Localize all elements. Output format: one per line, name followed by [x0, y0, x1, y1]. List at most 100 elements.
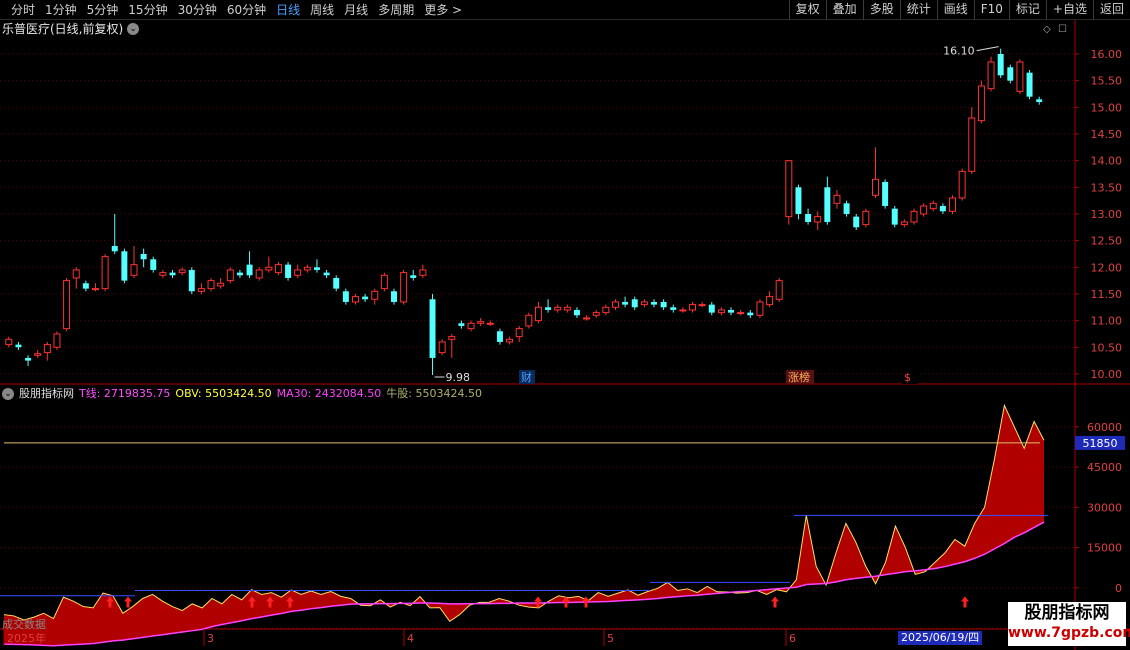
tool-button-8[interactable]: 返回: [1092, 0, 1130, 20]
candle-body: [265, 266, 273, 271]
candle-body: [987, 61, 995, 90]
close-icon[interactable]: ☐: [1058, 24, 1067, 35]
candle-body: [592, 312, 600, 316]
watermark-title: 股朋指标网: [1024, 603, 1110, 623]
price-tick-label: 10.50: [1091, 341, 1123, 354]
candle-body: [939, 205, 946, 212]
tool-button-7[interactable]: +自选: [1045, 0, 1093, 20]
candle-body: [294, 269, 302, 276]
candle-body: [775, 280, 783, 300]
candle-body: [515, 328, 523, 338]
candle-body: [5, 338, 13, 346]
tool-button-3[interactable]: 统计: [899, 0, 937, 20]
period-tab-1[interactable]: 1分钟: [40, 2, 82, 18]
candle-body: [958, 170, 966, 199]
time-label: 2025年: [7, 631, 46, 645]
candle-body: [159, 272, 167, 276]
period-tab-7[interactable]: 周线: [305, 2, 339, 18]
period-tab-6[interactable]: 日线: [271, 2, 305, 18]
volume-note: 成交数据: [2, 618, 46, 631]
candle-body: [910, 210, 918, 223]
price-tick-label: 13.00: [1091, 208, 1123, 221]
candle-body: [602, 306, 610, 314]
tool-button-5[interactable]: F10: [973, 0, 1009, 20]
candle-body: [717, 309, 725, 314]
candle-body: [660, 301, 667, 308]
price-tick-label: 13.50: [1091, 181, 1123, 194]
candle-body: [323, 272, 330, 276]
tool-button-0[interactable]: 复权: [788, 0, 826, 20]
candle-body: [333, 277, 340, 289]
candle-body: [1007, 67, 1014, 81]
candle-body: [467, 322, 475, 330]
candle-body: [785, 160, 793, 218]
candle-body: [525, 314, 533, 327]
period-tab-0[interactable]: 分时: [6, 2, 40, 18]
candle-body: [207, 280, 215, 290]
candle-body: [380, 274, 388, 290]
low-label: 9.98: [446, 371, 471, 384]
time-label: 4: [407, 632, 414, 645]
period-tab-9[interactable]: 多周期: [373, 2, 419, 18]
candle-body: [217, 282, 225, 287]
candle-body: [496, 331, 503, 342]
candle-body: [15, 344, 22, 348]
candle-body: [53, 333, 61, 348]
period-tab-3[interactable]: 15分钟: [123, 2, 172, 18]
candle-body: [25, 357, 32, 361]
price-tick-label: 14.00: [1091, 155, 1123, 168]
period-tab-4[interactable]: 30分钟: [173, 2, 222, 18]
candle-body: [448, 336, 456, 340]
candle-body: [34, 353, 42, 356]
time-label: 6: [789, 632, 796, 645]
candle-body: [391, 291, 397, 302]
indicator-tick-label: 15000: [1087, 542, 1122, 555]
candle-body: [342, 291, 349, 302]
candle-body: [968, 117, 976, 172]
price-tick-label: 14.50: [1091, 128, 1123, 141]
period-tab-10[interactable]: 更多 >: [419, 2, 467, 18]
candle-body: [82, 283, 89, 289]
candle-body: [977, 85, 985, 122]
candle-body: [805, 213, 812, 222]
indicator-tick-label: 0: [1115, 582, 1122, 595]
candle-body: [862, 210, 870, 226]
candle-body: [1036, 99, 1043, 102]
period-tab-2[interactable]: 5分钟: [82, 2, 124, 18]
stock-title: 乐普医疗(日线,前复权): [2, 22, 124, 36]
indicator-tick-label: 45000: [1087, 461, 1122, 474]
candle-body: [670, 307, 677, 310]
indicator-bull: 牛股: 5503424.50: [386, 387, 482, 400]
tool-button-1[interactable]: 叠加: [825, 0, 863, 20]
candle-body: [631, 299, 638, 308]
tool-button-6[interactable]: 标记: [1008, 0, 1046, 20]
candle-body: [255, 269, 263, 279]
diamond-icon[interactable]: ◇: [1043, 24, 1051, 35]
candle-body: [766, 296, 774, 306]
candle-body: [554, 306, 562, 311]
candle-body: [949, 197, 957, 212]
candle-body: [622, 301, 629, 305]
candle-body: [197, 288, 205, 292]
time-label: 5: [607, 632, 614, 645]
candle-body: [640, 301, 648, 306]
chart-area[interactable]: 16.00 15.50 15.00 14.50 14.00 13.50 13.00 12.50…: [0, 20, 1130, 650]
candle-body: [486, 322, 494, 325]
indicator-name[interactable]: 股朋指标网: [19, 387, 74, 401]
kline-chart[interactable]: 16.00 15.50 15.00 14.50 14.00 13.50 13.00 12.50…: [0, 20, 1130, 650]
candle-body: [1016, 61, 1024, 92]
candle-body: [226, 269, 234, 282]
price-tick-label: 11.50: [1091, 288, 1123, 301]
candle-body: [756, 301, 764, 316]
candle-body: [101, 256, 109, 290]
tool-button-4[interactable]: 画线: [936, 0, 974, 20]
indicator-obv: OBV: 5503424.50: [175, 387, 272, 400]
tool-button-2[interactable]: 多股: [862, 0, 900, 20]
candle-body: [563, 306, 571, 311]
period-tab-5[interactable]: 60分钟: [222, 2, 271, 18]
chevron-down-icon[interactable]: ⌄: [2, 388, 14, 400]
indicator-t-line: T线: 2719835.75: [79, 387, 171, 400]
chevron-down-icon[interactable]: ⌄: [127, 23, 140, 35]
period-tab-8[interactable]: 月线: [339, 2, 373, 18]
candle-body: [72, 269, 80, 279]
